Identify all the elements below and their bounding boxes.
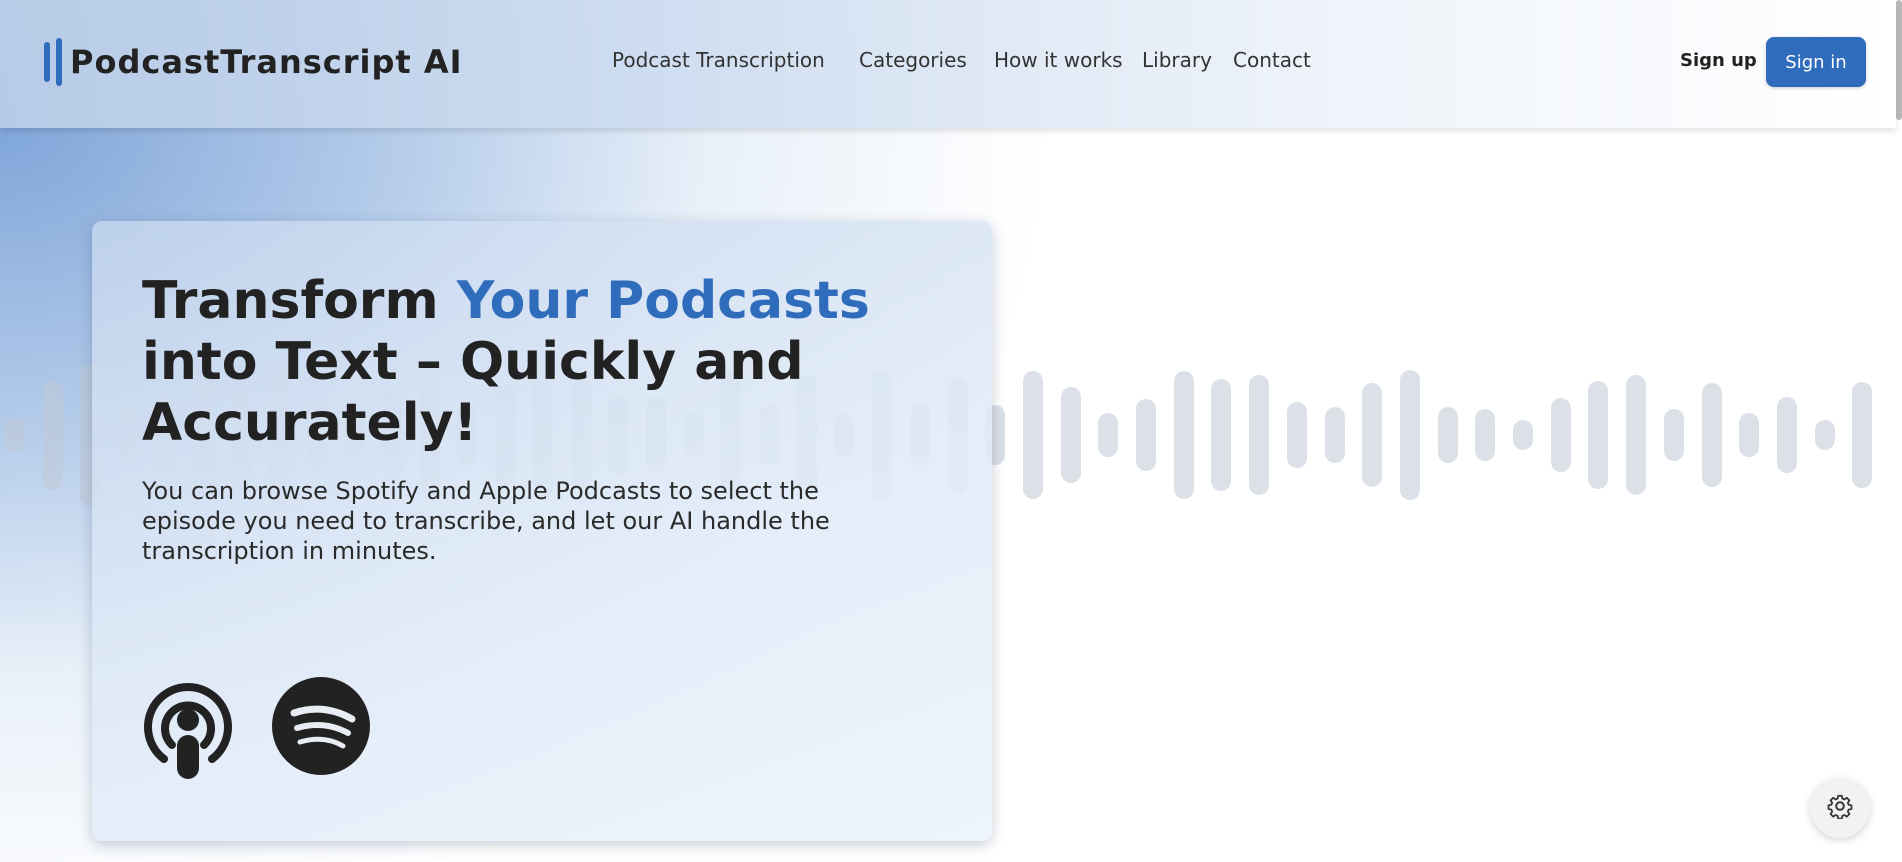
waveform-bar bbox=[1098, 413, 1119, 457]
gear-icon bbox=[1827, 793, 1853, 823]
waveform-bar bbox=[1701, 383, 1722, 487]
spotify-icon[interactable] bbox=[272, 677, 370, 775]
waveform-bar bbox=[1136, 399, 1156, 471]
waveform-bar bbox=[1475, 409, 1496, 461]
nav-categories[interactable]: Categories bbox=[859, 48, 967, 72]
nav-contact[interactable]: Contact bbox=[1233, 48, 1311, 72]
nav-how-it-works[interactable]: How it works bbox=[994, 48, 1123, 72]
settings-button[interactable] bbox=[1810, 778, 1870, 838]
waveform-bar bbox=[1060, 387, 1081, 483]
hero-title-part1: Transform bbox=[142, 271, 457, 331]
waveform-bar bbox=[1588, 381, 1609, 489]
waveform-bar bbox=[1437, 407, 1458, 463]
sign-up-button[interactable]: Sign up bbox=[1680, 50, 1757, 71]
waveform-bar bbox=[42, 380, 63, 490]
waveform-bar bbox=[1550, 398, 1571, 472]
hero-card: Transform Your Podcasts into Text – Quick… bbox=[92, 221, 992, 841]
waveform-bar bbox=[1663, 409, 1684, 461]
waveform-bar bbox=[1739, 413, 1760, 457]
nav-podcast-transcription[interactable]: Podcast Transcription bbox=[612, 48, 825, 72]
waveform-bar bbox=[1814, 420, 1835, 450]
logo-bars-icon bbox=[44, 38, 62, 86]
scrollbar-thumb[interactable] bbox=[1896, 0, 1902, 120]
waveform-bar bbox=[1852, 382, 1873, 488]
waveform-bar bbox=[1324, 407, 1345, 463]
hero-title-part2: into Text – Quickly and Accurately! bbox=[142, 332, 804, 453]
hero-title: Transform Your Podcasts into Text – Quick… bbox=[142, 271, 902, 454]
waveform-bar bbox=[1173, 371, 1194, 499]
apple-podcasts-icon[interactable] bbox=[142, 677, 234, 779]
hero-title-accent: Your Podcasts bbox=[456, 271, 870, 331]
waveform-bar bbox=[1022, 371, 1043, 499]
sign-in-button[interactable]: Sign in bbox=[1766, 37, 1866, 87]
logo[interactable]: PodcastTranscript AI bbox=[44, 38, 463, 86]
hero-description: You can browse Spotify and Apple Podcast… bbox=[142, 477, 830, 565]
waveform-bar bbox=[1249, 375, 1270, 495]
waveform-bar bbox=[1286, 402, 1307, 468]
waveform-bar bbox=[1513, 420, 1533, 450]
waveform-bar bbox=[1362, 383, 1383, 487]
waveform-bar bbox=[1399, 370, 1420, 500]
waveform-bar bbox=[5, 418, 25, 452]
waveform-bar bbox=[1776, 397, 1797, 473]
site-header: PodcastTranscript AI Podcast Transcripti… bbox=[0, 0, 1896, 128]
nav-library[interactable]: Library bbox=[1142, 48, 1212, 72]
waveform-bar bbox=[1626, 375, 1647, 495]
waveform-bar bbox=[1211, 379, 1232, 491]
logo-text: PodcastTranscript AI bbox=[70, 43, 463, 81]
